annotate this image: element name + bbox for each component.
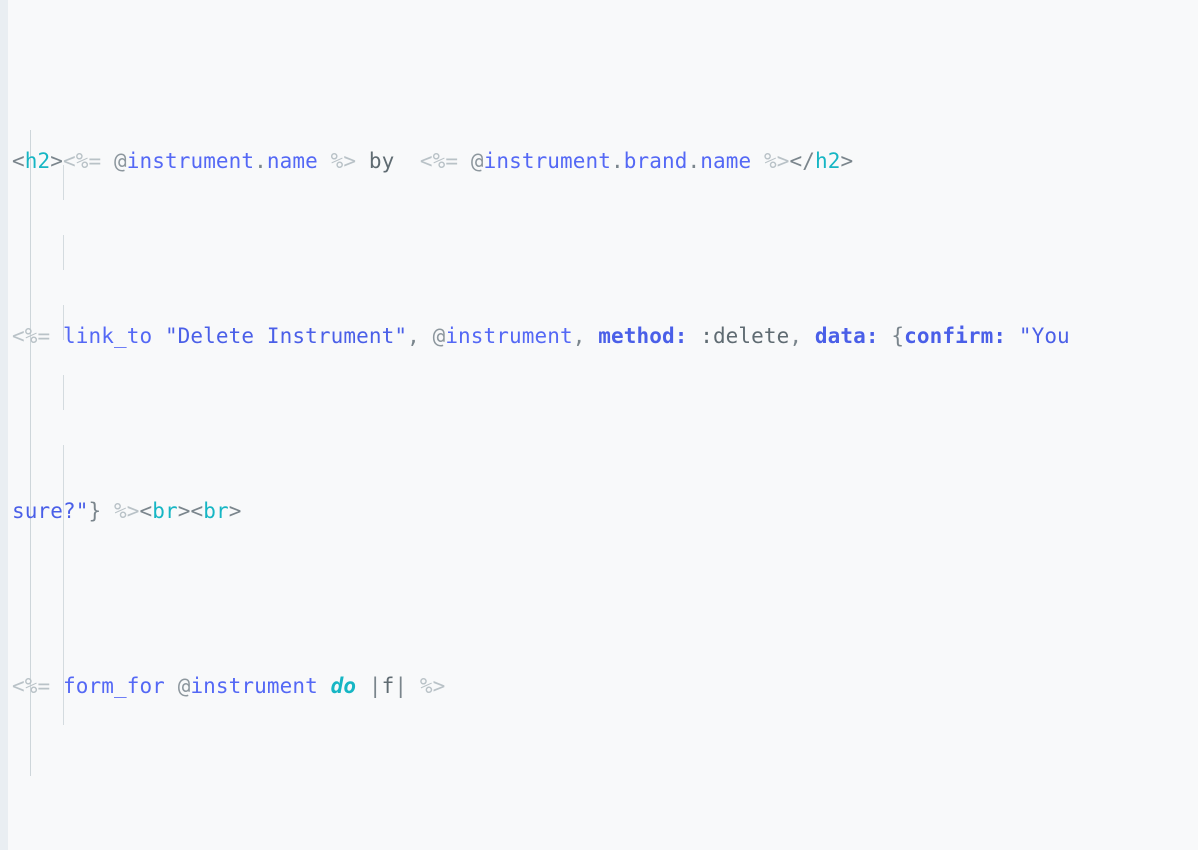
code-editor-viewport[interactable]: <h2><%= @instrument.name %> by <%= @inst… — [0, 0, 1198, 850]
code-line[interactable]: <%= form_for @instrument do |f| %> — [8, 669, 1198, 704]
code-line[interactable]: sure?"} %><br><br> — [8, 494, 1198, 529]
html-tag-h2-open: h2 — [24, 149, 51, 173]
html-tag-h2-close: h2 — [814, 149, 841, 173]
html-tag-br: br — [203, 499, 229, 523]
html-tag-br: br — [152, 499, 178, 523]
code-line[interactable]: <%= link_to "Delete Instrument", @instru… — [8, 319, 1198, 354]
code-surface[interactable]: <h2><%= @instrument.name %> by <%= @inst… — [8, 0, 1198, 850]
code-text-block[interactable]: <h2><%= @instrument.name %> by <%= @inst… — [8, 4, 1198, 850]
code-line[interactable]: <h2><%= @instrument.name %> by <%= @inst… — [8, 144, 1198, 179]
editor-gutter — [0, 0, 8, 850]
code-line[interactable]: <%= f.label :name %><br> — [8, 844, 1198, 850]
